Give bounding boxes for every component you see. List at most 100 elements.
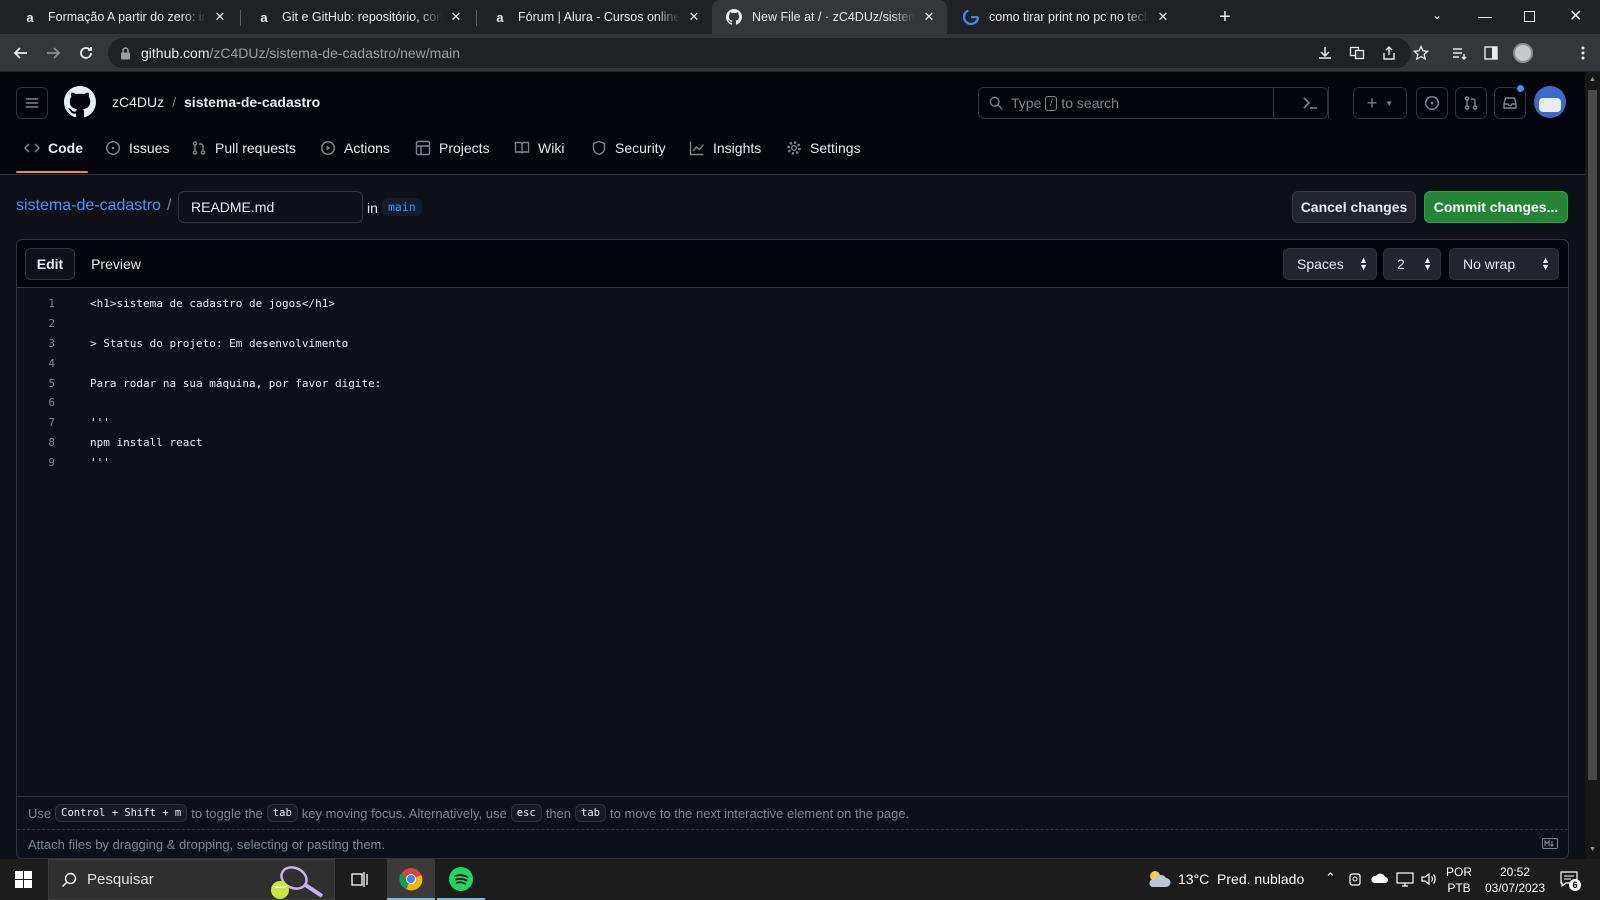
address-bar[interactable]: github.com/zC4DUz/sistema-de-cadastro/ne… — [108, 38, 1411, 68]
close-tab-icon[interactable]: ✕ — [448, 9, 464, 25]
indent-mode-select[interactable]: Spaces ▲ ▼ — [1283, 248, 1377, 280]
minimize-icon[interactable] — [1478, 17, 1492, 18]
issues-icon[interactable] — [1416, 87, 1448, 119]
tab-title: Git e GitHub: repositório, commit — [282, 10, 442, 24]
cancel-changes-button[interactable]: Cancel changes — [1292, 191, 1416, 223]
task-view-icon[interactable] — [351, 871, 369, 888]
tab-label: Pull requests — [215, 140, 296, 156]
tab-wiki[interactable]: Wiki — [514, 128, 564, 168]
commit-changes-button[interactable]: Commit changes... — [1424, 191, 1568, 223]
branch-badge: main — [382, 198, 422, 216]
notification-center-icon[interactable]: 6 — [1560, 871, 1581, 891]
play-icon — [320, 140, 336, 156]
close-window-icon[interactable]: ✕ — [1569, 6, 1582, 26]
attach-files-area[interactable]: Attach files by dragging & dropping, sel… — [17, 829, 1568, 858]
search-placeholder-suffix: to search — [1061, 95, 1119, 111]
tennis-racket-icon — [264, 864, 328, 899]
reading-list-icon[interactable] — [1446, 40, 1472, 66]
close-tab-icon[interactable]: ✕ — [686, 9, 702, 25]
code-line: 4 — [17, 353, 1568, 373]
windows-start-icon[interactable] — [15, 871, 32, 888]
forward-icon[interactable] — [40, 40, 66, 66]
file-breadcrumb: sistema-de-cadastro / — [16, 197, 171, 215]
line-number: 6 — [48, 396, 55, 410]
browser-tab-strip: a Formação A partir do zero: iniciar ✕ a… — [0, 0, 1600, 34]
weather-text[interactable]: 13°C Pred. nublado — [1178, 871, 1304, 887]
browser-tab-active[interactable]: New File at / · zC4DUz/sistema-d ✕ — [712, 0, 947, 34]
tab-pull-requests[interactable]: Pull requests — [191, 128, 296, 168]
windows-taskbar: Pesquisar 13°C Pred. nublado ⌃ POR PTB 20… — [0, 859, 1600, 900]
side-panel-icon[interactable] — [1478, 40, 1504, 66]
owner-link[interactable]: zC4DUz — [112, 94, 164, 110]
wrap-mode-select[interactable]: No wrap ▲ ▼ — [1449, 248, 1559, 280]
gear-icon — [786, 140, 802, 156]
share-icon[interactable] — [1376, 40, 1402, 66]
browser-tab[interactable]: a Git e GitHub: repositório, commit ✕ — [242, 0, 474, 34]
browser-tab[interactable]: a Formação A partir do zero: iniciar ✕ — [8, 0, 238, 34]
install-app-icon[interactable] — [1312, 40, 1338, 66]
tab-projects[interactable]: Projects — [415, 128, 490, 168]
restore-icon[interactable] — [1524, 11, 1535, 22]
tab-edit[interactable]: Edit — [25, 248, 75, 280]
tab-code[interactable]: Code — [24, 128, 83, 168]
weather-cloud-icon — [1146, 869, 1172, 889]
spotify-taskbar-button[interactable] — [437, 859, 485, 900]
pull-requests-icon[interactable] — [1455, 87, 1487, 119]
browser-toolbar: github.com/zC4DUz/sistema-de-cadastro/ne… — [0, 34, 1600, 72]
tab-settings[interactable]: Settings — [786, 128, 861, 168]
code-editor[interactable]: 1 <h1>sistema de cadastro de jogos</h1> 2… — [17, 294, 1568, 472]
close-tab-icon[interactable]: ✕ — [921, 9, 937, 25]
user-avatar[interactable] — [1534, 86, 1566, 118]
back-icon[interactable] — [8, 40, 34, 66]
active-tab-underline — [16, 171, 88, 173]
tab-security[interactable]: Security — [591, 128, 666, 168]
new-tab-icon[interactable]: + — [1215, 7, 1235, 27]
chevron-up-icon[interactable]: ⌃ — [1325, 870, 1336, 886]
filename-input[interactable]: README.md — [178, 191, 363, 223]
tab-preview[interactable]: Preview — [79, 248, 153, 280]
hamburger-menu-icon[interactable] — [16, 87, 48, 119]
browser-menu-icon[interactable] — [1570, 40, 1596, 66]
close-tab-icon[interactable]: ✕ — [1155, 9, 1171, 25]
onedrive-cloud-icon[interactable] — [1370, 872, 1388, 884]
edit-preview-tabs: Edit Preview — [25, 248, 153, 280]
repo-link[interactable]: sistema-de-cadastro — [184, 94, 320, 110]
line-number: 2 — [48, 317, 55, 331]
tab-search-icon[interactable]: ⌄ — [1432, 8, 1442, 22]
page-scrollbar[interactable]: ▲ ▼ — [1585, 72, 1600, 859]
keyboard-help-text: Use Control + Shift + m to toggle the tab ke… — [17, 796, 1568, 829]
input-language-indicator[interactable]: POR PTB — [1446, 864, 1472, 896]
github-logo-icon[interactable] — [64, 86, 96, 118]
taskbar-search-box[interactable]: Pesquisar — [48, 859, 335, 900]
command-palette-icon[interactable] — [1302, 95, 1318, 111]
tab-issues[interactable]: Issues — [105, 128, 169, 168]
tab-label: Wiki — [538, 140, 565, 156]
indent-size-select[interactable]: 2 ▲ ▼ — [1383, 248, 1441, 280]
bookmark-star-icon[interactable] — [1408, 40, 1434, 66]
browser-tab[interactable]: a Fórum | Alura - Cursos online de ✕ — [478, 0, 712, 34]
chrome-taskbar-button[interactable] — [387, 859, 435, 900]
create-new-button[interactable]: + ▼ — [1353, 87, 1407, 119]
tab-insights[interactable]: Insights — [689, 128, 761, 168]
tab-actions[interactable]: Actions — [320, 128, 390, 168]
scrollbar-thumb[interactable] — [1588, 90, 1597, 780]
volume-icon[interactable] — [1420, 871, 1438, 887]
tab-label: Actions — [344, 140, 390, 156]
repo-root-link[interactable]: sistema-de-cadastro — [16, 197, 161, 215]
tab-label: Code — [48, 140, 83, 156]
close-tab-icon[interactable]: ✕ — [212, 9, 228, 25]
line-content: ''' — [90, 416, 110, 430]
browser-tab[interactable]: como tirar print no pc no teclado ✕ — [949, 0, 1181, 34]
markdown-icon — [1542, 838, 1558, 849]
profile-avatar-icon[interactable] — [1510, 40, 1536, 66]
tab-title: Formação A partir do zero: iniciar — [48, 10, 206, 24]
search-input[interactable]: Type / to search — [978, 87, 1328, 119]
line-number: 8 — [48, 435, 55, 449]
graph-icon — [689, 140, 705, 156]
meet-now-icon[interactable] — [1348, 871, 1362, 887]
clock[interactable]: 20:52 03/07/2023 — [1480, 864, 1550, 896]
code-line: 3 > Status do projeto: Em desenvolvimento — [17, 334, 1568, 354]
translate-icon[interactable] — [1344, 40, 1370, 66]
network-icon[interactable] — [1396, 871, 1414, 887]
reload-icon[interactable] — [73, 40, 99, 66]
